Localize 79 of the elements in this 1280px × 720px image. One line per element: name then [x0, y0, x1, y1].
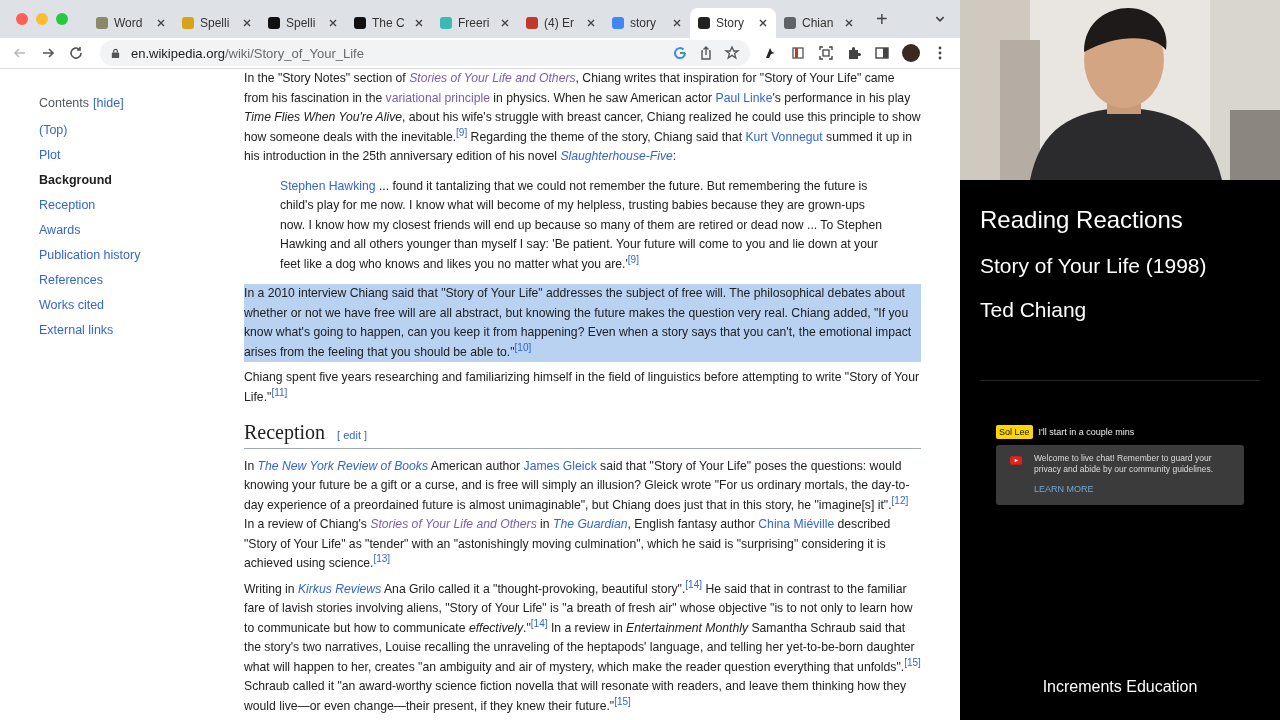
paragraph: In the "Story Notes" section of Stories of Your Life and Others, Chiang writes that inspiration for "Story of Your Life" came from his fascination in the variational principle in physics. When he saw American actor Paul Linke's performance in his play Time Flies When You're Alive, about his wife's struggle with breast cancer, Chiang realized he could use this principle to show how someone deals with the inevitable.$^{[9]}$ Regarding the theme of the story, Chiang said that Kurt Vonnegut summed it up in his introduction in the 25th anniversary edition of his novel Slaughterhouse-Five:	[244, 70, 921, 165]
link[interactable]: Kurt Vonnegut	[745, 129, 823, 144]
close-icon[interactable]	[672, 18, 682, 28]
screenshot-icon[interactable]	[818, 45, 834, 61]
browser-tab[interactable]: Word	[88, 8, 174, 38]
chat-author-badge: Sol Lee	[996, 425, 1033, 439]
new-tab-button[interactable]: +	[872, 7, 892, 31]
browser-tab[interactable]: The C	[346, 8, 432, 38]
reference-link[interactable]: [9]	[456, 126, 468, 138]
star-icon[interactable]	[724, 45, 740, 61]
contents-item[interactable]: Awards	[39, 218, 81, 243]
close-icon[interactable]	[328, 18, 338, 28]
link[interactable]: Stories of Your Life and Others	[409, 71, 576, 85]
close-icon[interactable]	[414, 18, 424, 28]
channel-name: Increments Education	[1041, 678, 1199, 697]
learn-more-link[interactable]: LEARN MORE	[1034, 484, 1094, 495]
book-title: Story of Your Life (1998)	[980, 254, 1208, 278]
contents-item[interactable]: Works cited	[39, 293, 105, 318]
link[interactable]: Stephen Hawking	[280, 178, 376, 193]
share-icon[interactable]	[698, 45, 714, 61]
extensions-icon[interactable]	[846, 45, 862, 61]
close-icon[interactable]	[156, 18, 166, 28]
reference-link[interactable]: [15]	[904, 656, 921, 668]
paragraph: In a 2010 interview Chiang said that "Story of Your Life" addresses the subject of free will. The philosophical debates about whether or not we have free will are all abstract, but knowing the future makes the question very real. Chiang added, "If you know what's going to happen, can you keep it from happening? Even when a story says that you can't, the emotional impact arises from the feeling that you should be able to."$^{[10]}$	[244, 284, 921, 362]
contents-item[interactable]: External links	[39, 318, 114, 343]
contents-heading: Contents	[39, 96, 90, 110]
author-name: Ted Chiang	[980, 298, 1088, 322]
contents-item[interactable]: Plot	[39, 143, 61, 168]
close-icon[interactable]	[500, 18, 510, 28]
reference-link[interactable]: [9]	[627, 253, 639, 265]
browser-tab[interactable]: Spelli	[174, 8, 260, 38]
close-icon[interactable]	[586, 18, 596, 28]
close-icon[interactable]	[242, 18, 252, 28]
browser-tab[interactable]: Chian	[776, 8, 862, 38]
reload-icon[interactable]	[68, 45, 84, 61]
lock-icon	[110, 47, 121, 59]
paragraph: In The New York Review of Books American author James Gleick said that "Story of Your Life" poses the questions: would knowing your future be a gift or a curse, and is free will simply an illusion? Gleick wrote "For us ordinary mortals, the day-to-day experience of a preordained future is almost unimaginable", but Chiang does just that in this story, he "imagine[s] it".$^{[12]}$ In a review of Chiang's Stories of Your Life and Others in The Guardian, English fantasy author China Miéville described "Story of Your Life" as "tender" with an "astonishingly moving culmination", which he said is "surprising" considering it is achieved using science.$^{[13]}$	[244, 457, 911, 572]
browser-tab[interactable]: (4) Er	[518, 8, 604, 38]
reference-link[interactable]: [13]	[373, 552, 391, 564]
section-heading: Reception	[244, 423, 326, 443]
contents-item[interactable]: Publication history	[39, 243, 141, 268]
close-icon[interactable]	[758, 18, 768, 28]
hide-link[interactable]: [hide]	[93, 96, 124, 110]
stream-title: Reading Reactions	[980, 206, 1184, 234]
browser-tab[interactable]: story	[604, 8, 690, 38]
profile-avatar[interactable]	[902, 44, 920, 62]
reference-link[interactable]: [14]	[685, 578, 702, 590]
edit-link[interactable]: [ edit ]	[337, 426, 368, 446]
paragraph: Chiang spent five years researching and familiarizing himself in the field of linguistics before attempting to write "Story of Your Life."$^{[11]}$	[244, 369, 920, 406]
link[interactable]: Kirkus Reviews	[297, 581, 382, 596]
address-bar[interactable]: en.wikipedia.org/wiki/Story_of_Your_Life	[100, 40, 750, 66]
link[interactable]: The Guardian	[553, 517, 628, 531]
contents-item[interactable]: Reception	[39, 193, 96, 218]
reference-link[interactable]: [12]	[891, 494, 909, 506]
link[interactable]: variational principle	[385, 90, 490, 105]
link[interactable]: Paul Linke	[715, 90, 773, 105]
chat-message: I'll start in a couple mins	[1038, 427, 1135, 437]
browser-tab[interactable]: Spelli	[260, 8, 346, 38]
book-icon[interactable]	[790, 45, 806, 61]
reference-link[interactable]: [10]	[514, 341, 532, 353]
browser-tab[interactable]: Freeri	[432, 8, 518, 38]
link[interactable]: James Gleick	[523, 458, 597, 473]
contents-item[interactable]: References	[39, 268, 103, 293]
link[interactable]: China Miéville	[758, 517, 835, 531]
browser-tab[interactable]: Story	[690, 8, 776, 38]
link[interactable]: Stories of Your Life and Others	[370, 517, 537, 531]
reference-link[interactable]: [15]	[614, 695, 631, 707]
play-icon	[1010, 456, 1022, 465]
contents-item[interactable]: (Top)	[39, 118, 68, 143]
contents-item[interactable]: Background	[39, 168, 112, 193]
chat-notice-text: Welcome to live chat! Remember to guard your privacy and abide by our community guidelines.	[1034, 453, 1215, 475]
side-panel-icon[interactable]	[874, 45, 890, 61]
reference-link[interactable]: [11]	[271, 386, 288, 398]
link[interactable]: Slaughterhouse-Five	[560, 149, 673, 163]
paragraph: Writing in Kirkus Reviews Ana Grilo called it a "thought-provoking, beautiful story".$^{[14]}$ He said that in contrast to the familiar fare of lavish stories involving aliens, "Story of Your Life" is "a breath of fresh air" whose objective "is to not only to learn how to communicate but how to communicate effectively."$^{[14]}$ In a review in Entertainment Monthly Samantha Schraub said that the story's two narratives, Louise recalling the unraveling of the heptapods' language, and telling her yet-to-be-born daughter what will happen to her, creates "an ambiguity and air of mystery, which make the reader question everything that unfolds".$^{[15]}$ Schraub called it "an award-worthy science fiction novella that will resonate with readers, and leave them thinking how they would live—or even change—their present, if they knew their future."$^{[15]}$	[244, 579, 921, 715]
reference-link[interactable]: [14]	[530, 617, 548, 629]
block-quote: Stephen Hawking ... found it tantalizing that we could not remember the future. But remembering the future is child's play for me now. I know what will become of my helpless, trusting babies because they are grown-ups now. I know how my closest friends will end up because so many of them are retired or dead now ... To Stephen Hawking and all others younger than myself I say: 'Be patient. Your future will come to you and lie down at your feet like a dog who knows and likes you no matter what you are.'$^{[9]}$	[280, 177, 884, 273]
link[interactable]: The New York Review of Books	[257, 458, 429, 473]
close-icon[interactable]	[844, 18, 854, 28]
